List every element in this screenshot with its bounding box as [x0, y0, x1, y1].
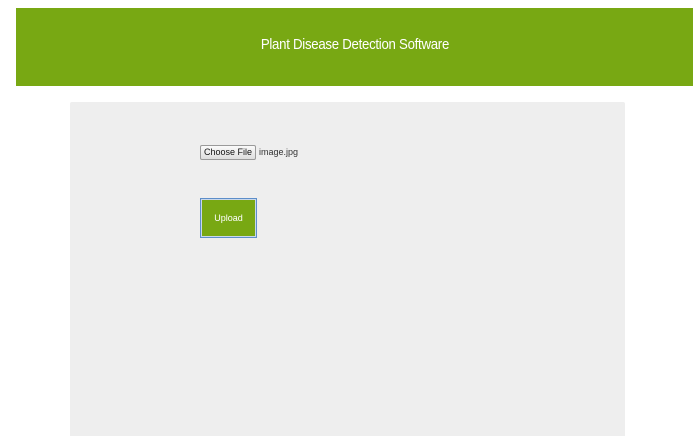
- app-title: Plant Disease Detection Software: [260, 35, 449, 53]
- upload-panel: Choose File image.jpg Upload: [70, 102, 625, 436]
- page: Plant Disease Detection Software Choose …: [0, 0, 694, 436]
- app-header: Plant Disease Detection Software: [16, 8, 693, 86]
- choose-file-button[interactable]: Choose File: [200, 145, 257, 160]
- upload-button[interactable]: Upload: [200, 198, 257, 238]
- file-input[interactable]: Choose File image.jpg: [200, 145, 298, 160]
- selected-file-name: image.jpg: [259, 147, 299, 157]
